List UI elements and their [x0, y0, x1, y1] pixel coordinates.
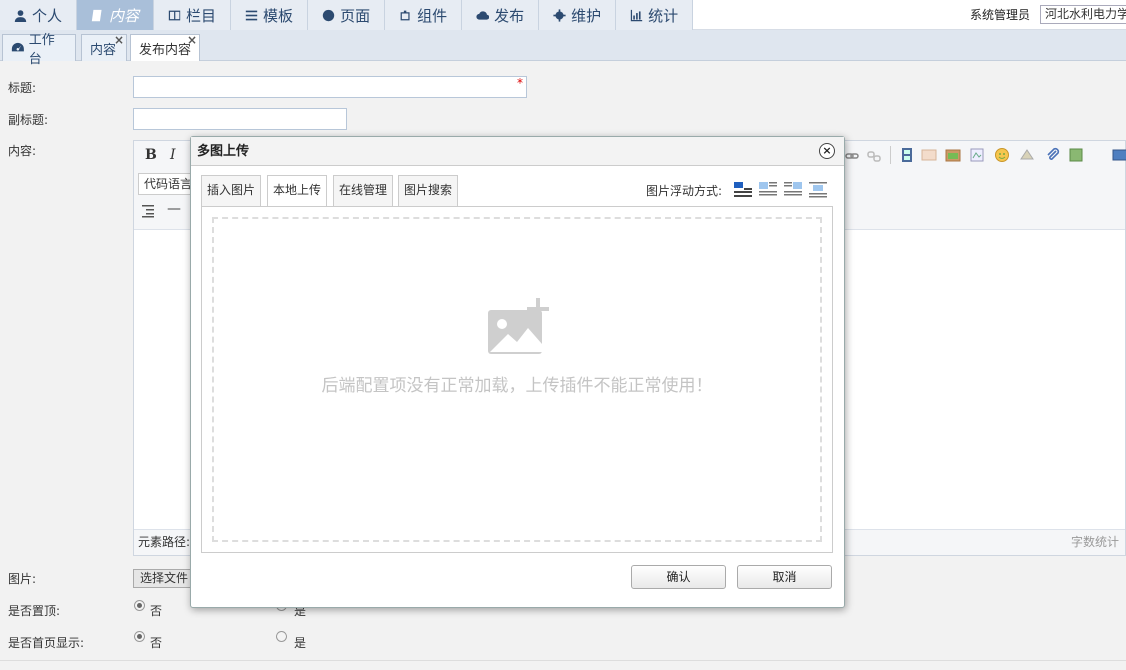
tab-online-manage[interactable]: 在线管理	[333, 175, 394, 206]
choose-file-button[interactable]: 选择文件	[133, 569, 197, 588]
menu-label: 栏目	[186, 6, 217, 25]
site-selector[interactable]: 河北水利电力学	[1040, 5, 1126, 24]
tab-label: 内容	[90, 42, 117, 58]
content-label: 内容:	[8, 144, 37, 158]
menu-maintenance[interactable]: 维护	[539, 0, 617, 30]
close-icon[interactable]: ×	[114, 33, 124, 47]
home-display-no-label: 否	[150, 636, 163, 650]
float-right-icon[interactable]	[783, 180, 803, 198]
unlink-icon[interactable]	[866, 148, 882, 164]
scrawl-icon[interactable]	[969, 147, 985, 163]
attachment-icon[interactable]	[1045, 147, 1061, 163]
gear-icon	[553, 8, 566, 22]
main-menu: 个人 内容 栏目 模板 页面 组件 发布 维护 统计	[0, 0, 694, 30]
subtitle-input[interactable]	[133, 108, 347, 130]
menu-label: 页面	[340, 6, 371, 25]
italic-button[interactable]: I	[170, 147, 176, 163]
menu-label: 内容	[109, 6, 140, 25]
pin-top-label: 是否置顶:	[8, 604, 61, 618]
menu-label: 维护	[571, 6, 602, 25]
dialog-close-button[interactable]: ×	[819, 143, 835, 159]
fullscreen-icon[interactable]	[1112, 147, 1126, 163]
tab-label: 工作台	[28, 33, 55, 67]
tab-workbench[interactable]: 工作台	[2, 33, 76, 67]
menu-statistics[interactable]: 统计	[616, 0, 694, 30]
float-center-icon[interactable]	[808, 180, 828, 198]
bar-chart-icon	[630, 9, 643, 21]
toolbar-separator	[890, 146, 891, 164]
tab-bar: 工作台 内容 × 发布内容 ×	[0, 30, 1126, 67]
indent-icon[interactable]	[142, 204, 156, 218]
required-mark: *	[517, 76, 523, 90]
home-display-yes-radio[interactable]	[276, 631, 287, 642]
columns-icon	[168, 10, 181, 20]
menu-publish[interactable]: 发布	[462, 0, 540, 30]
tab-image-search[interactable]: 图片搜索	[398, 175, 459, 206]
menu-label: 个人	[32, 6, 63, 25]
pin-top-no-label: 否	[150, 604, 163, 618]
image-label: 图片:	[8, 572, 37, 586]
menu-personal[interactable]: 个人	[0, 0, 78, 30]
word-count: 字数统计	[1070, 535, 1119, 549]
subtitle-label: 副标题:	[8, 113, 49, 127]
bold-button[interactable]: B	[145, 147, 157, 163]
tab-label: 发布内容	[139, 42, 192, 58]
top-nav: 个人 内容 栏目 模板 页面 组件 发布 维护 统计 系统管理员 河北水利电力学	[0, 0, 1126, 30]
film-icon[interactable]	[899, 147, 915, 163]
menu-label: 模板	[263, 6, 294, 25]
tab-local-upload[interactable]: 本地上传	[267, 175, 328, 207]
form-divider	[0, 660, 1126, 661]
add-image-icon	[488, 298, 549, 354]
title-input[interactable]	[133, 76, 527, 98]
image-icon[interactable]	[921, 147, 937, 163]
menu-content[interactable]: 内容	[77, 0, 155, 30]
confirm-button[interactable]: 确认	[631, 565, 726, 589]
emotion-icon[interactable]	[994, 147, 1010, 163]
person-icon	[14, 9, 27, 22]
upload-error-message: 后端配置项没有正常加载，上传插件不能正常使用！	[321, 376, 713, 396]
link-icon[interactable]	[844, 148, 860, 164]
multi-image-icon[interactable]	[945, 147, 961, 163]
cancel-button[interactable]: 取消	[737, 565, 832, 589]
pin-top-no-radio[interactable]	[134, 600, 145, 611]
float-none-icon[interactable]	[733, 180, 753, 198]
tab-content[interactable]: 内容 ×	[81, 33, 127, 61]
float-left-icon[interactable]	[758, 180, 778, 198]
cloud-upload-icon	[476, 10, 490, 20]
book-icon	[91, 9, 102, 21]
menu-components[interactable]: 组件	[385, 0, 463, 30]
title-label: 标题:	[8, 81, 37, 95]
menu-label: 组件	[417, 6, 448, 25]
menu-label: 统计	[648, 6, 679, 25]
float-mode-label: 图片浮动方式:	[646, 184, 723, 198]
menu-columns[interactable]: 栏目	[154, 0, 232, 30]
menu-templates[interactable]: 模板	[231, 0, 309, 30]
menu-pages[interactable]: 页面	[308, 0, 386, 30]
map-icon[interactable]	[1068, 147, 1084, 163]
dialog-title: 多图上传	[191, 137, 844, 166]
dashboard-icon	[11, 42, 24, 52]
element-path: 元素路径:	[138, 535, 191, 549]
current-user[interactable]: 系统管理员	[970, 6, 1030, 23]
wordimage-icon[interactable]	[1019, 147, 1035, 163]
menu-label: 发布	[494, 6, 525, 25]
globe-icon	[322, 9, 335, 21]
puzzle-icon	[400, 10, 410, 20]
home-display-no-radio[interactable]	[134, 631, 145, 642]
list-icon	[245, 10, 258, 20]
close-icon[interactable]: ×	[187, 33, 197, 47]
tab-insert-image[interactable]: 插入图片	[201, 175, 262, 206]
code-language-select[interactable]: 代码语言	[138, 173, 198, 195]
home-display-label: 是否首页显示:	[8, 636, 85, 650]
home-display-yes-label: 是	[294, 636, 307, 650]
horizontal-rule-button[interactable]: —	[167, 201, 181, 217]
tab-publish-content[interactable]: 发布内容 ×	[130, 33, 200, 61]
